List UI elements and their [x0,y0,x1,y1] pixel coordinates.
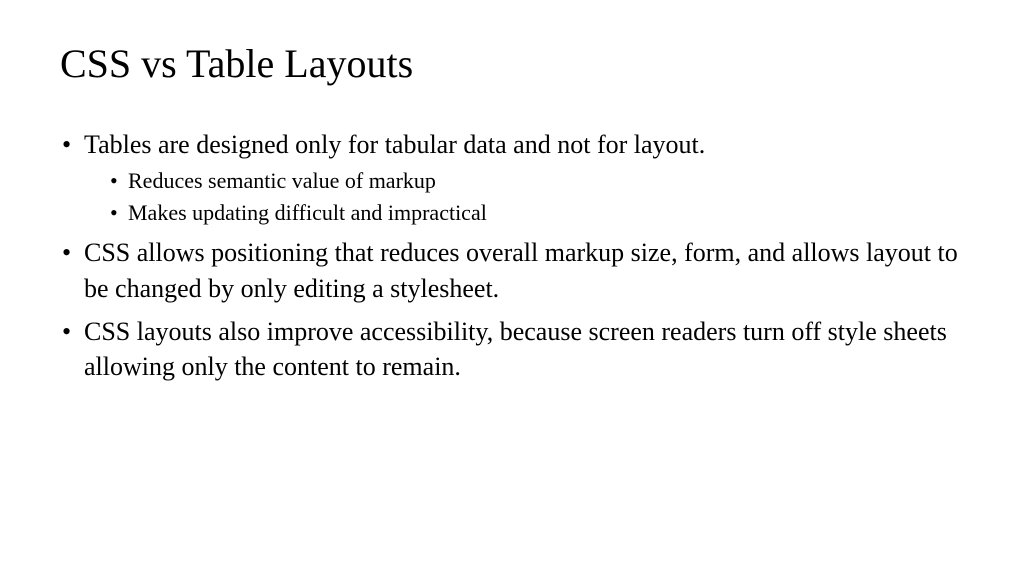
bullet-list: Tables are designed only for tabular dat… [60,127,964,384]
bullet-item: Tables are designed only for tabular dat… [60,127,964,227]
slide-title: CSS vs Table Layouts [60,40,964,87]
sub-bullet-item: Makes updating difficult and impractical [108,198,964,228]
bullet-text: Tables are designed only for tabular dat… [84,130,705,159]
bullet-item: CSS allows positioning that reduces over… [60,235,964,305]
bullet-text: CSS allows positioning that reduces over… [84,238,958,302]
sub-bullet-item: Reduces semantic value of markup [108,166,964,196]
bullet-item: CSS layouts also improve accessibility, … [60,314,964,384]
sub-list: Reduces semantic value of markup Makes u… [84,166,964,227]
bullet-text: CSS layouts also improve accessibility, … [84,317,947,381]
